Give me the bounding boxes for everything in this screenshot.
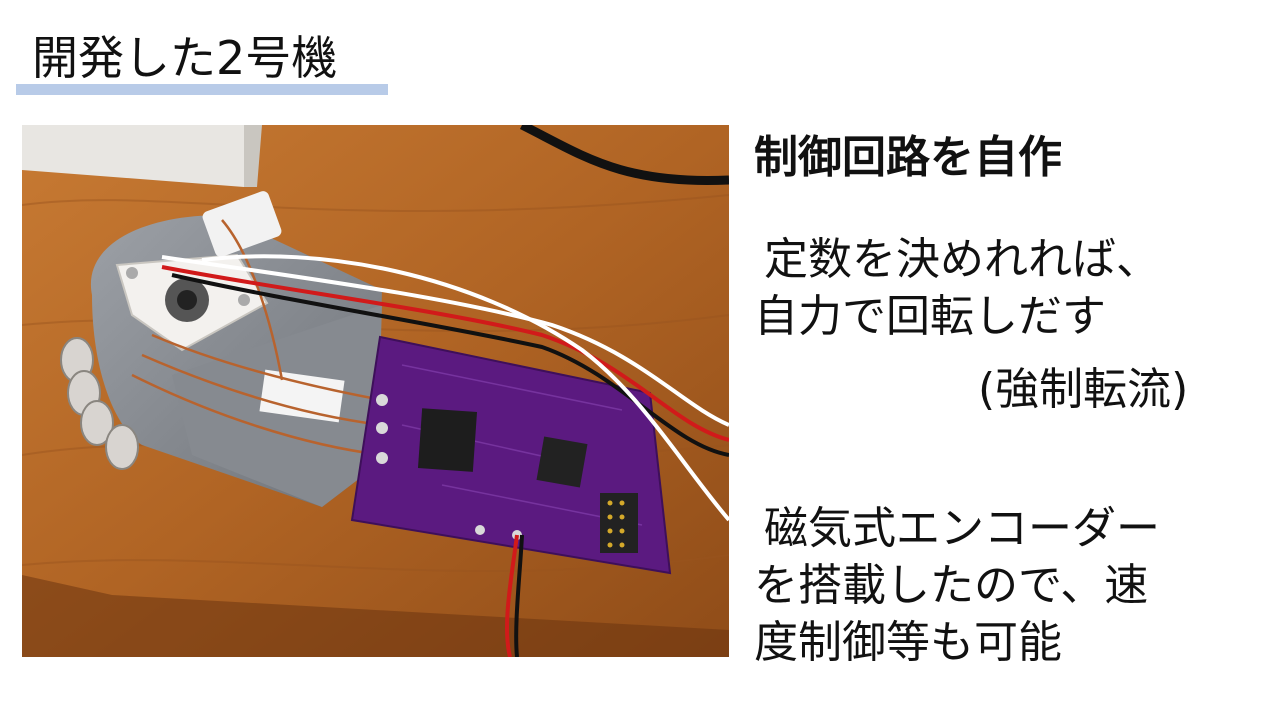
slide-title-block: 開発した2号機 [16,26,388,96]
robot-photo [22,125,729,657]
section-heading: 制御回路を自作 [754,132,1062,183]
text2-line2: を搭載したので、速 [754,560,1149,611]
slide-title: 開発した2号機 [32,31,338,85]
text1-line3: (強制転流) [978,364,1189,415]
text1-line1: 定数を決めれれば、 [764,234,1160,285]
text1-line2: 自力で回転しだす [754,291,1106,342]
text2-line3: 度制御等も可能 [754,617,1062,668]
text2-line1: 磁気式エンコーダー [764,503,1160,554]
